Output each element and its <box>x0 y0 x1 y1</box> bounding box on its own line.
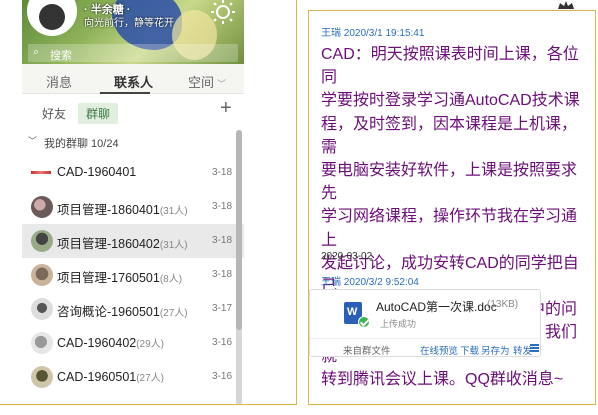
last-date: 3-18 <box>211 235 232 246</box>
download-link[interactable]: 下载 <box>460 343 479 357</box>
upload-status: 上传成功 <box>380 319 417 329</box>
group-avatar <box>31 332 53 354</box>
last-date: 3-16 <box>211 371 232 382</box>
group-avatar <box>31 230 53 252</box>
plus-icon[interactable]: + <box>220 97 232 120</box>
subtab-friends[interactable]: 好友 <box>34 103 74 124</box>
sun-icon <box>211 0 235 24</box>
member-count: (29人) <box>136 339 165 350</box>
group-name: 项目管理-1860401 <box>57 203 160 217</box>
profile-banner: · 半余糖 · 向光前行，静等花开 ⌕ 搜索 <box>22 0 244 64</box>
message-sender-time: 王瑞 2020/3/2 9:52:04 <box>321 277 419 288</box>
search-icon: ⌕ <box>33 46 40 58</box>
subtab-groups[interactable]: 群聊 <box>78 103 119 124</box>
list-item[interactable]: CAD-1960401 3-18 <box>22 156 244 190</box>
file-source: 来自群文件 <box>343 346 391 357</box>
qq-contacts-panel: · 半余糖 · 向光前行，静等花开 ⌕ 搜索 消息 联系人 空间 ﹀ 好友 群聊 … <box>0 0 297 405</box>
group-name: 项目管理-1860402 <box>57 237 160 251</box>
group-name: CAD-1960401 <box>57 165 137 179</box>
contact-subtabs: 好友 群聊 + <box>22 96 244 126</box>
chevron-down-icon: ﹀ <box>28 136 38 146</box>
message-line: 要电脑安装好软件，上课是按照要求先 <box>321 162 578 203</box>
crown-icon <box>558 1 574 9</box>
message-line: 学习网络课程，操作环节我在学习通上 <box>321 208 578 249</box>
chevron-down-icon: ﹀ <box>217 79 227 89</box>
group-section-header[interactable]: ﹀ 我的群聊 10/24 <box>22 132 244 152</box>
member-count: (31人) <box>159 206 188 217</box>
last-date: 3-17 <box>211 303 232 314</box>
member-count: (8人) <box>159 274 183 285</box>
save-as-link[interactable]: 另存为 <box>481 343 510 357</box>
file-action-bar: 来自群文件 在线预览 下载 另存为 转发 <box>310 338 542 357</box>
tab-messages[interactable]: 消息 <box>46 72 72 91</box>
group-name: 咨询概论-1960501 <box>57 305 160 319</box>
list-item[interactable]: 项目管理-1860401(31人) 3-18 <box>22 190 244 224</box>
group-avatar <box>31 366 53 388</box>
active-tab-indicator <box>100 92 150 94</box>
last-date: 3-18 <box>211 167 232 178</box>
message-line: 程，及时签到，因本课程是上机课，需 <box>321 115 578 156</box>
list-item[interactable]: 咨询概论-1960501(27人) 3-17 <box>22 292 244 326</box>
group-avatar <box>31 264 53 286</box>
group-name: CAD-1960501 <box>57 370 137 384</box>
list-item[interactable]: 项目管理-1860402(31人) 3-18 <box>22 224 244 258</box>
tab-contacts[interactable]: 联系人 <box>114 72 153 91</box>
group-avatar <box>31 196 53 218</box>
member-count: (31人) <box>159 240 188 251</box>
group-section-label: 我的群聊 10/24 <box>44 138 119 150</box>
list-item[interactable]: 项目管理-1760501(8人) 3-18 <box>22 258 244 292</box>
group-list: CAD-1960401 3-18 项目管理-1860401(31人) 3-18 … <box>22 156 244 394</box>
user-avatar[interactable] <box>27 0 77 36</box>
check-icon <box>358 316 370 328</box>
main-tabs: 消息 联系人 空间 ﹀ <box>22 64 244 94</box>
file-name[interactable]: AutoCAD第一次课.doc <box>376 298 497 315</box>
last-date: 3-18 <box>211 201 232 212</box>
list-item[interactable]: CAD-1960501(27人) 3-16 <box>22 360 244 394</box>
list-item[interactable]: CAD-1960402(29人) 3-16 <box>22 326 244 360</box>
message-line: 转到腾讯会议上课。QQ群收消息~ <box>321 370 564 388</box>
file-size: (13KB) <box>487 299 519 310</box>
tab-space-label: 空间 <box>188 75 215 90</box>
preview-online-link[interactable]: 在线预览 <box>420 343 458 357</box>
search-input[interactable]: ⌕ 搜索 <box>28 44 238 62</box>
group-name: CAD-1960402 <box>57 336 137 350</box>
chat-record-panel: 王瑞 2020/3/1 19:15:41 CAD：明天按照课表时间上课，各位同 … <box>308 10 596 405</box>
profile-signature: 向光前行，静等花开 <box>84 18 174 29</box>
menu-icon[interactable] <box>530 344 539 352</box>
last-date: 3-18 <box>211 269 232 280</box>
member-count: (27人) <box>136 373 165 384</box>
scrollbar-thumb[interactable] <box>236 130 242 330</box>
member-count: (27人) <box>159 308 188 319</box>
tab-space[interactable]: 空间 ﹀ <box>188 72 226 91</box>
message-line: CAD：明天按照课表时间上课，各位同 <box>321 46 579 87</box>
group-name: 项目管理-1760501 <box>57 271 160 285</box>
date-separator: 2020-03-02 <box>321 251 373 262</box>
list-scrollbar[interactable] <box>236 130 242 404</box>
file-attachment[interactable]: W AutoCAD第一次课.doc (13KB) 上传成功 来自群文件 在线预览… <box>309 289 542 357</box>
message-sender-time: 王瑞 2020/3/1 19:15:41 <box>321 28 425 39</box>
last-date: 3-16 <box>211 337 232 348</box>
group-avatar <box>31 168 51 178</box>
search-placeholder: 搜索 <box>50 50 72 62</box>
group-avatar <box>31 298 53 320</box>
message-line: 学要按时登录学习通AutoCAD技术课 <box>321 92 580 110</box>
